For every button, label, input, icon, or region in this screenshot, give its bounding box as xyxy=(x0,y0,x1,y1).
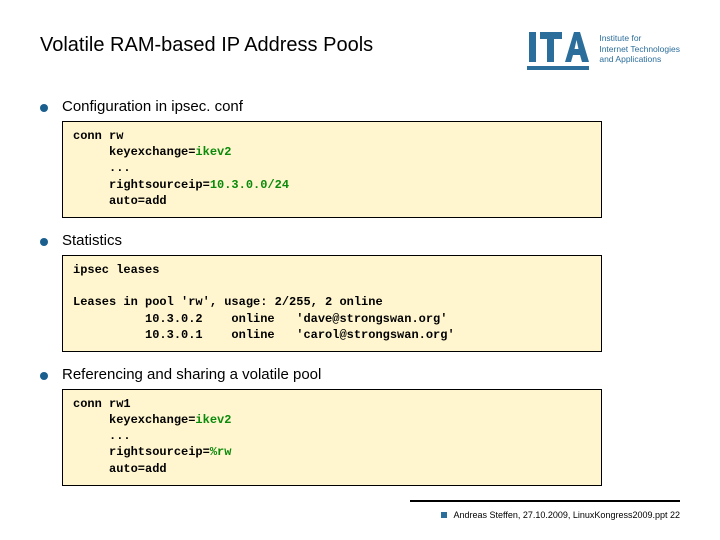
code-line: ipsec leases xyxy=(73,263,159,277)
logo-sub-1: Institute for xyxy=(599,33,680,44)
footer: Andreas Steffen, 27.10.2009, LinuxKongre… xyxy=(441,510,680,520)
code-keyword: ikev2 xyxy=(195,413,231,427)
code-line: Leases in pool 'rw', usage: 2/255, 2 onl… xyxy=(73,295,383,309)
page-title: Volatile RAM-based IP Address Pools xyxy=(40,28,373,57)
section-heading: Referencing and sharing a volatile pool xyxy=(62,366,321,383)
code-line: rightsourceip= xyxy=(73,445,210,459)
footer-rule xyxy=(410,500,680,502)
logo-sub-2: Internet Technologies xyxy=(599,44,680,55)
code-line: rightsourceip= xyxy=(73,178,210,192)
section-config: Configuration in ipsec. conf xyxy=(40,98,680,115)
bullet-icon xyxy=(40,372,48,380)
code-line: conn rw1 xyxy=(73,397,131,411)
logo: Institute for Internet Technologies and … xyxy=(527,28,680,70)
code-keyword: ikev2 xyxy=(195,145,231,159)
code-line: 10.3.0.2 online 'dave@strongswan.org' xyxy=(73,312,447,326)
ita-logo-icon xyxy=(527,28,589,70)
code-line xyxy=(73,279,80,293)
code-keyword: %rw xyxy=(210,445,232,459)
logo-sub-3: and Applications xyxy=(599,54,680,65)
code-line: auto=add xyxy=(73,462,167,476)
code-box-config: conn rw keyexchange=ikev2 ... rightsourc… xyxy=(62,121,602,218)
code-line: ... xyxy=(73,161,131,175)
code-line: 10.3.0.1 online 'carol@strongswan.org' xyxy=(73,328,455,342)
bullet-icon xyxy=(40,238,48,246)
code-line: auto=add xyxy=(73,194,167,208)
code-line: keyexchange= xyxy=(73,413,195,427)
code-line: conn rw xyxy=(73,129,123,143)
bullet-icon xyxy=(40,104,48,112)
code-keyword: 10.3.0.0/24 xyxy=(210,178,289,192)
footer-square-icon xyxy=(441,512,447,518)
section-heading: Statistics xyxy=(62,232,122,249)
code-box-stats: ipsec leases Leases in pool 'rw', usage:… xyxy=(62,255,602,352)
code-line: ... xyxy=(73,429,131,443)
section-heading: Configuration in ipsec. conf xyxy=(62,98,243,115)
logo-subtitle: Institute for Internet Technologies and … xyxy=(599,33,680,65)
code-box-ref: conn rw1 keyexchange=ikev2 ... rightsour… xyxy=(62,389,602,486)
footer-text: Andreas Steffen, 27.10.2009, LinuxKongre… xyxy=(453,510,680,520)
code-line: keyexchange= xyxy=(73,145,195,159)
section-stats: Statistics xyxy=(40,232,680,249)
section-ref: Referencing and sharing a volatile pool xyxy=(40,366,680,383)
